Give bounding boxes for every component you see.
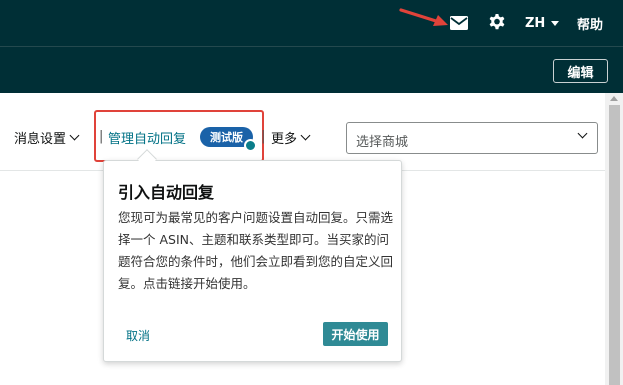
chevron-down-icon	[69, 130, 80, 141]
gear-icon[interactable]	[487, 13, 507, 33]
chevron-down-icon	[300, 130, 311, 141]
message-settings-label: 消息设置	[14, 132, 67, 147]
chevron-down-icon	[577, 128, 588, 139]
language-label: ZH	[525, 15, 546, 31]
edit-button[interactable]: 编辑	[553, 59, 608, 83]
help-link[interactable]: 帮助	[577, 14, 603, 33]
secondary-header-bar	[0, 47, 623, 93]
language-selector[interactable]: ZH	[525, 14, 560, 32]
popover-title: 引入自动回复	[118, 183, 215, 202]
mail-icon[interactable]	[449, 13, 469, 33]
scrollbar-thumb[interactable]	[609, 105, 620, 385]
more-label: 更多	[271, 132, 298, 147]
message-settings-menu[interactable]: 消息设置	[14, 128, 80, 147]
auto-reply-intro-popover: 引入自动回复 您现可为最常见的客户问题设置自动回复。只需选择一个 ASIN、主题…	[103, 160, 402, 362]
scroll-up-arrow-icon[interactable]	[610, 96, 618, 101]
more-menu[interactable]: 更多	[271, 128, 311, 147]
annotation-arrow-icon	[399, 8, 448, 26]
get-started-button[interactable]: 开始使用	[323, 322, 388, 346]
caret-down-icon	[551, 20, 560, 26]
store-select-placeholder: 选择商城	[356, 135, 409, 150]
nav-separator: |	[261, 129, 266, 144]
popover-body: 您现可为最常见的客户问题设置自动回复。只需选择一个 ASIN、主题和联系类型即可…	[118, 210, 394, 291]
store-select[interactable]: 选择商城	[346, 122, 598, 154]
annotation-highlight-box	[94, 110, 264, 162]
cancel-link[interactable]: 取消	[126, 327, 150, 344]
